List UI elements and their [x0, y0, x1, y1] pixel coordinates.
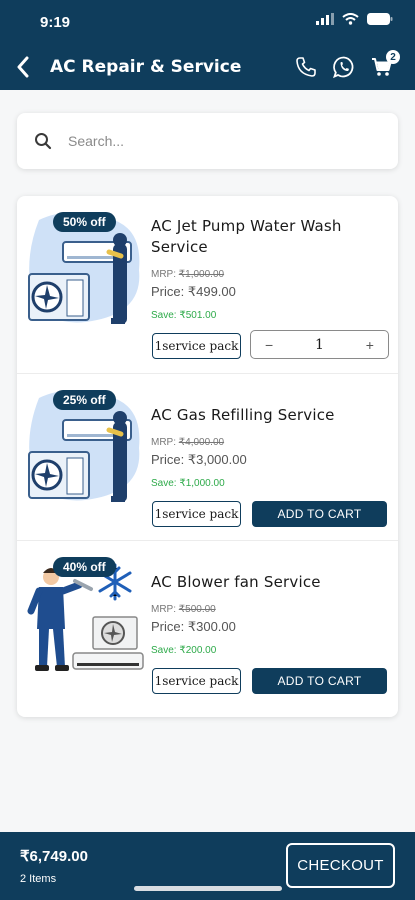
save-text: Save: ₹501.00	[151, 310, 217, 321]
status-time: 9:19	[40, 14, 71, 31]
call-button[interactable]	[292, 53, 320, 81]
service-list: 50% off AC Jet Pump Water Wash Service M…	[17, 196, 398, 717]
content-area: 50% off AC Jet Pump Water Wash Service M…	[0, 90, 415, 832]
cart-total: ₹6,749.00	[20, 848, 88, 865]
search-icon	[33, 131, 53, 151]
app-bar: AC Repair & Service 2	[0, 44, 415, 90]
whatsapp-button[interactable]	[330, 53, 358, 81]
mrp-label: MRP:	[151, 437, 176, 448]
discount-badge: 40% off	[53, 557, 116, 577]
discount-badge: 50% off	[53, 212, 116, 232]
service-item[interactable]: 50% off AC Jet Pump Water Wash Service M…	[17, 196, 398, 363]
service-title: AC Blower fan Service	[151, 573, 321, 591]
price-text: Price: ₹300.00	[151, 619, 236, 634]
mrp-label: MRP:	[151, 269, 176, 280]
page-title: AC Repair & Service	[50, 57, 242, 77]
add-to-cart-button[interactable]: ADD TO CART	[252, 501, 387, 527]
battery-icon	[367, 13, 393, 25]
mrp-value: ₹4,000.00	[178, 437, 225, 448]
status-bar: 9:19	[0, 0, 415, 44]
pack-selector[interactable]: 1service pack	[152, 333, 241, 359]
increment-button[interactable]: +	[366, 337, 374, 353]
service-item[interactable]: 25% off AC Gas Refilling Service MRP: ₹4…	[17, 373, 398, 540]
cart-count-badge: 2	[386, 50, 400, 64]
whatsapp-icon	[333, 56, 354, 79]
mrp-text: MRP: ₹4,000.00	[151, 437, 224, 448]
phone-icon	[296, 57, 316, 77]
quantity-value: 1	[315, 336, 324, 353]
search-input[interactable]	[68, 133, 358, 149]
price-text: Price: ₹3,000.00	[151, 452, 247, 467]
wifi-icon	[342, 13, 359, 25]
mrp-value: ₹1,000.00	[178, 269, 225, 280]
mrp-text: MRP: ₹500.00	[151, 604, 216, 615]
cart-items-count: 2 Items	[20, 873, 57, 885]
back-button[interactable]	[8, 52, 38, 82]
discount-badge: 25% off	[53, 390, 116, 410]
mrp-text: MRP: ₹1,000.00	[151, 269, 224, 280]
mrp-label: MRP:	[151, 604, 176, 615]
service-title: AC Gas Refilling Service	[151, 406, 335, 424]
status-icons	[316, 13, 393, 25]
pack-selector[interactable]: 1service pack	[152, 668, 241, 694]
decrement-button[interactable]: −	[265, 337, 273, 353]
save-text: Save: ₹200.00	[151, 645, 217, 656]
service-item[interactable]: 40% off AC Blower fan Service MRP: ₹500.…	[17, 540, 398, 707]
save-text: Save: ₹1,000.00	[151, 478, 225, 489]
checkout-button[interactable]: CHECKOUT	[286, 843, 395, 888]
add-to-cart-button[interactable]: ADD TO CART	[252, 668, 387, 694]
service-title: AC Jet Pump Water Wash Service	[151, 217, 342, 256]
pack-selector[interactable]: 1service pack	[152, 501, 241, 527]
search-bar	[17, 113, 398, 169]
chevron-left-icon	[17, 56, 29, 78]
mrp-value: ₹500.00	[178, 604, 216, 615]
signal-icon	[316, 13, 334, 25]
price-text: Price: ₹499.00	[151, 284, 236, 299]
quantity-stepper: − 1 +	[250, 330, 389, 359]
cart-button[interactable]: 2	[368, 50, 400, 81]
home-indicator	[134, 886, 282, 891]
